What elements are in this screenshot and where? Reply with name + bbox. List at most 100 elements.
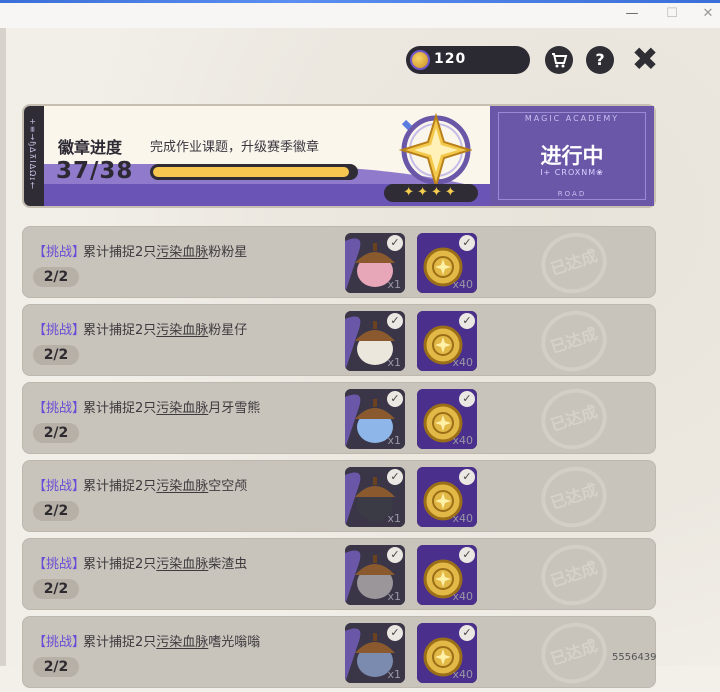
window-titlebar: — ☐ ✕ [0, 0, 720, 29]
status-top-text: MAGIC ACADEMY [524, 114, 620, 123]
cart-icon [552, 53, 568, 68]
task-progress: 2/2 [33, 579, 79, 599]
help-button[interactable]: ? [586, 46, 614, 74]
task-target: 嗜光嗡嗡 [208, 635, 261, 650]
task-target: 空空颅 [208, 479, 248, 494]
check-icon: ✓ [387, 235, 403, 251]
reward-coin[interactable]: x40 ✓ [417, 233, 477, 293]
window-close-button[interactable]: ✕ [698, 6, 718, 22]
left-edge [0, 28, 6, 666]
reward-acorn[interactable]: x1 ✓ [345, 233, 405, 293]
completed-stamp: 已达成 [533, 458, 615, 536]
task-tag: 【挑战】 [33, 245, 86, 260]
reward-acorn[interactable]: x1 ✓ [345, 623, 405, 683]
task-keyword: 污染血脉 [156, 635, 209, 650]
task-progress: 2/2 [33, 657, 79, 677]
task-row[interactable]: 【挑战】 累计捕捉2只污染血脉粉粉星 2/2 x1 ✓ x40 ✓ 已达成 [22, 224, 656, 302]
reward-quantity: x40 [452, 590, 473, 603]
reward-coin[interactable]: x40 ✓ [417, 467, 477, 527]
check-icon: ✓ [387, 625, 403, 641]
close-icon: ✖ [631, 40, 659, 78]
task-keyword: 污染血脉 [156, 323, 209, 338]
progress-bar-fill [153, 167, 349, 177]
task-description: 累计捕捉2只污染血脉空空颅 [83, 475, 247, 494]
completed-stamp: 已达成 [533, 224, 615, 302]
reward-quantity: x40 [452, 278, 473, 291]
task-keyword: 污染血脉 [156, 557, 209, 572]
task-prefix: 累计捕捉2只 [83, 323, 157, 338]
task-description: 累计捕捉2只污染血脉柴渣虫 [83, 553, 247, 572]
reward-quantity: x1 [387, 512, 401, 525]
check-icon: ✓ [387, 547, 403, 563]
task-description: 累计捕捉2只污染血脉粉粉星 [83, 241, 247, 260]
check-icon: ✓ [459, 391, 475, 407]
check-icon: ✓ [387, 313, 403, 329]
task-description: 累计捕捉2只污染血脉嗜光嗡嗡 [83, 631, 260, 650]
season-badge-icon [398, 112, 472, 190]
completed-stamp: 已达成 [533, 536, 615, 614]
coin-icon [410, 50, 430, 70]
banner-side-stripe: +≡→ɧ∆⊼I∆Ωɪ† [24, 106, 44, 206]
task-target: 粉粉星 [208, 245, 248, 260]
reward-acorn[interactable]: x1 ✓ [345, 467, 405, 527]
watermark: 5556439 [612, 652, 657, 663]
progress-count: 37/38 [56, 158, 134, 184]
completed-stamp: 已达成 [533, 614, 615, 692]
task-prefix: 累计捕捉2只 [83, 245, 157, 260]
reward-quantity: x40 [452, 434, 473, 447]
check-icon: ✓ [459, 547, 475, 563]
check-icon: ✓ [387, 469, 403, 485]
minimize-button[interactable]: — [622, 6, 642, 22]
reward-quantity: x1 [387, 668, 401, 681]
reward-quantity: x40 [452, 668, 473, 681]
task-prefix: 累计捕捉2只 [83, 557, 157, 572]
task-tag: 【挑战】 [33, 323, 86, 338]
task-prefix: 累计捕捉2只 [83, 635, 157, 650]
task-tag: 【挑战】 [33, 479, 86, 494]
check-icon: ✓ [459, 313, 475, 329]
reward-quantity: x1 [387, 434, 401, 447]
progress-bar [150, 164, 358, 180]
reward-acorn[interactable]: x1 ✓ [345, 389, 405, 449]
reward-coin[interactable]: x40 ✓ [417, 545, 477, 605]
task-row[interactable]: 【挑战】 累计捕捉2只污染血脉月牙雪熊 2/2 x1 ✓ x40 ✓ 已达成 [22, 380, 656, 458]
task-tag: 【挑战】 [33, 557, 86, 572]
task-description: 累计捕捉2只污染血脉月牙雪熊 [83, 397, 260, 416]
reward-acorn[interactable]: x1 ✓ [345, 545, 405, 605]
banner-side-text: +≡→ɧ∆⊼I∆Ωɪ† [28, 118, 37, 192]
reward-acorn[interactable]: x1 ✓ [345, 311, 405, 371]
task-keyword: 污染血脉 [156, 479, 209, 494]
status-label: 进行中 [540, 144, 604, 168]
check-icon: ✓ [459, 235, 475, 251]
completed-stamp: 已达成 [533, 302, 615, 380]
question-icon: ? [595, 50, 605, 69]
task-progress: 2/2 [33, 267, 79, 287]
reward-coin[interactable]: x40 ✓ [417, 311, 477, 371]
check-icon: ✓ [387, 391, 403, 407]
shop-button[interactable] [545, 46, 573, 74]
task-prefix: 累计捕捉2只 [83, 401, 157, 416]
reward-coin[interactable]: x40 ✓ [417, 623, 477, 683]
titlebar-accent-strip [0, 0, 720, 3]
reward-quantity: x1 [387, 356, 401, 369]
task-row[interactable]: 【挑战】 累计捕捉2只污染血脉粉星仔 2/2 x1 ✓ x40 ✓ 已达成 [22, 302, 656, 380]
task-keyword: 污染血脉 [156, 245, 209, 260]
task-tag: 【挑战】 [33, 401, 86, 416]
badge-stars: ✦✦✦✦ [384, 184, 478, 202]
banner-title: 徽章进度 [58, 138, 123, 157]
reward-quantity: x40 [452, 512, 473, 525]
task-target: 柴渣虫 [208, 557, 248, 572]
task-target: 粉星仔 [208, 323, 248, 338]
task-progress: 2/2 [33, 345, 79, 365]
currency-amount: 120 [434, 51, 467, 67]
task-tag: 【挑战】 [33, 635, 86, 650]
task-progress: 2/2 [33, 501, 79, 521]
task-row[interactable]: 【挑战】 累计捕捉2只污染血脉嗜光嗡嗡 2/2 x1 ✓ x40 ✓ 已达成 [22, 614, 656, 692]
maximize-button[interactable]: ☐ [662, 6, 682, 22]
task-row[interactable]: 【挑战】 累计捕捉2只污染血脉柴渣虫 2/2 x1 ✓ x40 ✓ 已达成 [22, 536, 656, 614]
task-row[interactable]: 【挑战】 累计捕捉2只污染血脉空空颅 2/2 x1 ✓ x40 ✓ 已达成 [22, 458, 656, 536]
close-button[interactable]: ✖ [630, 43, 660, 75]
reward-coin[interactable]: x40 ✓ [417, 389, 477, 449]
status-bottom-text: ROAD [557, 190, 587, 198]
task-target: 月牙雪熊 [208, 401, 261, 416]
